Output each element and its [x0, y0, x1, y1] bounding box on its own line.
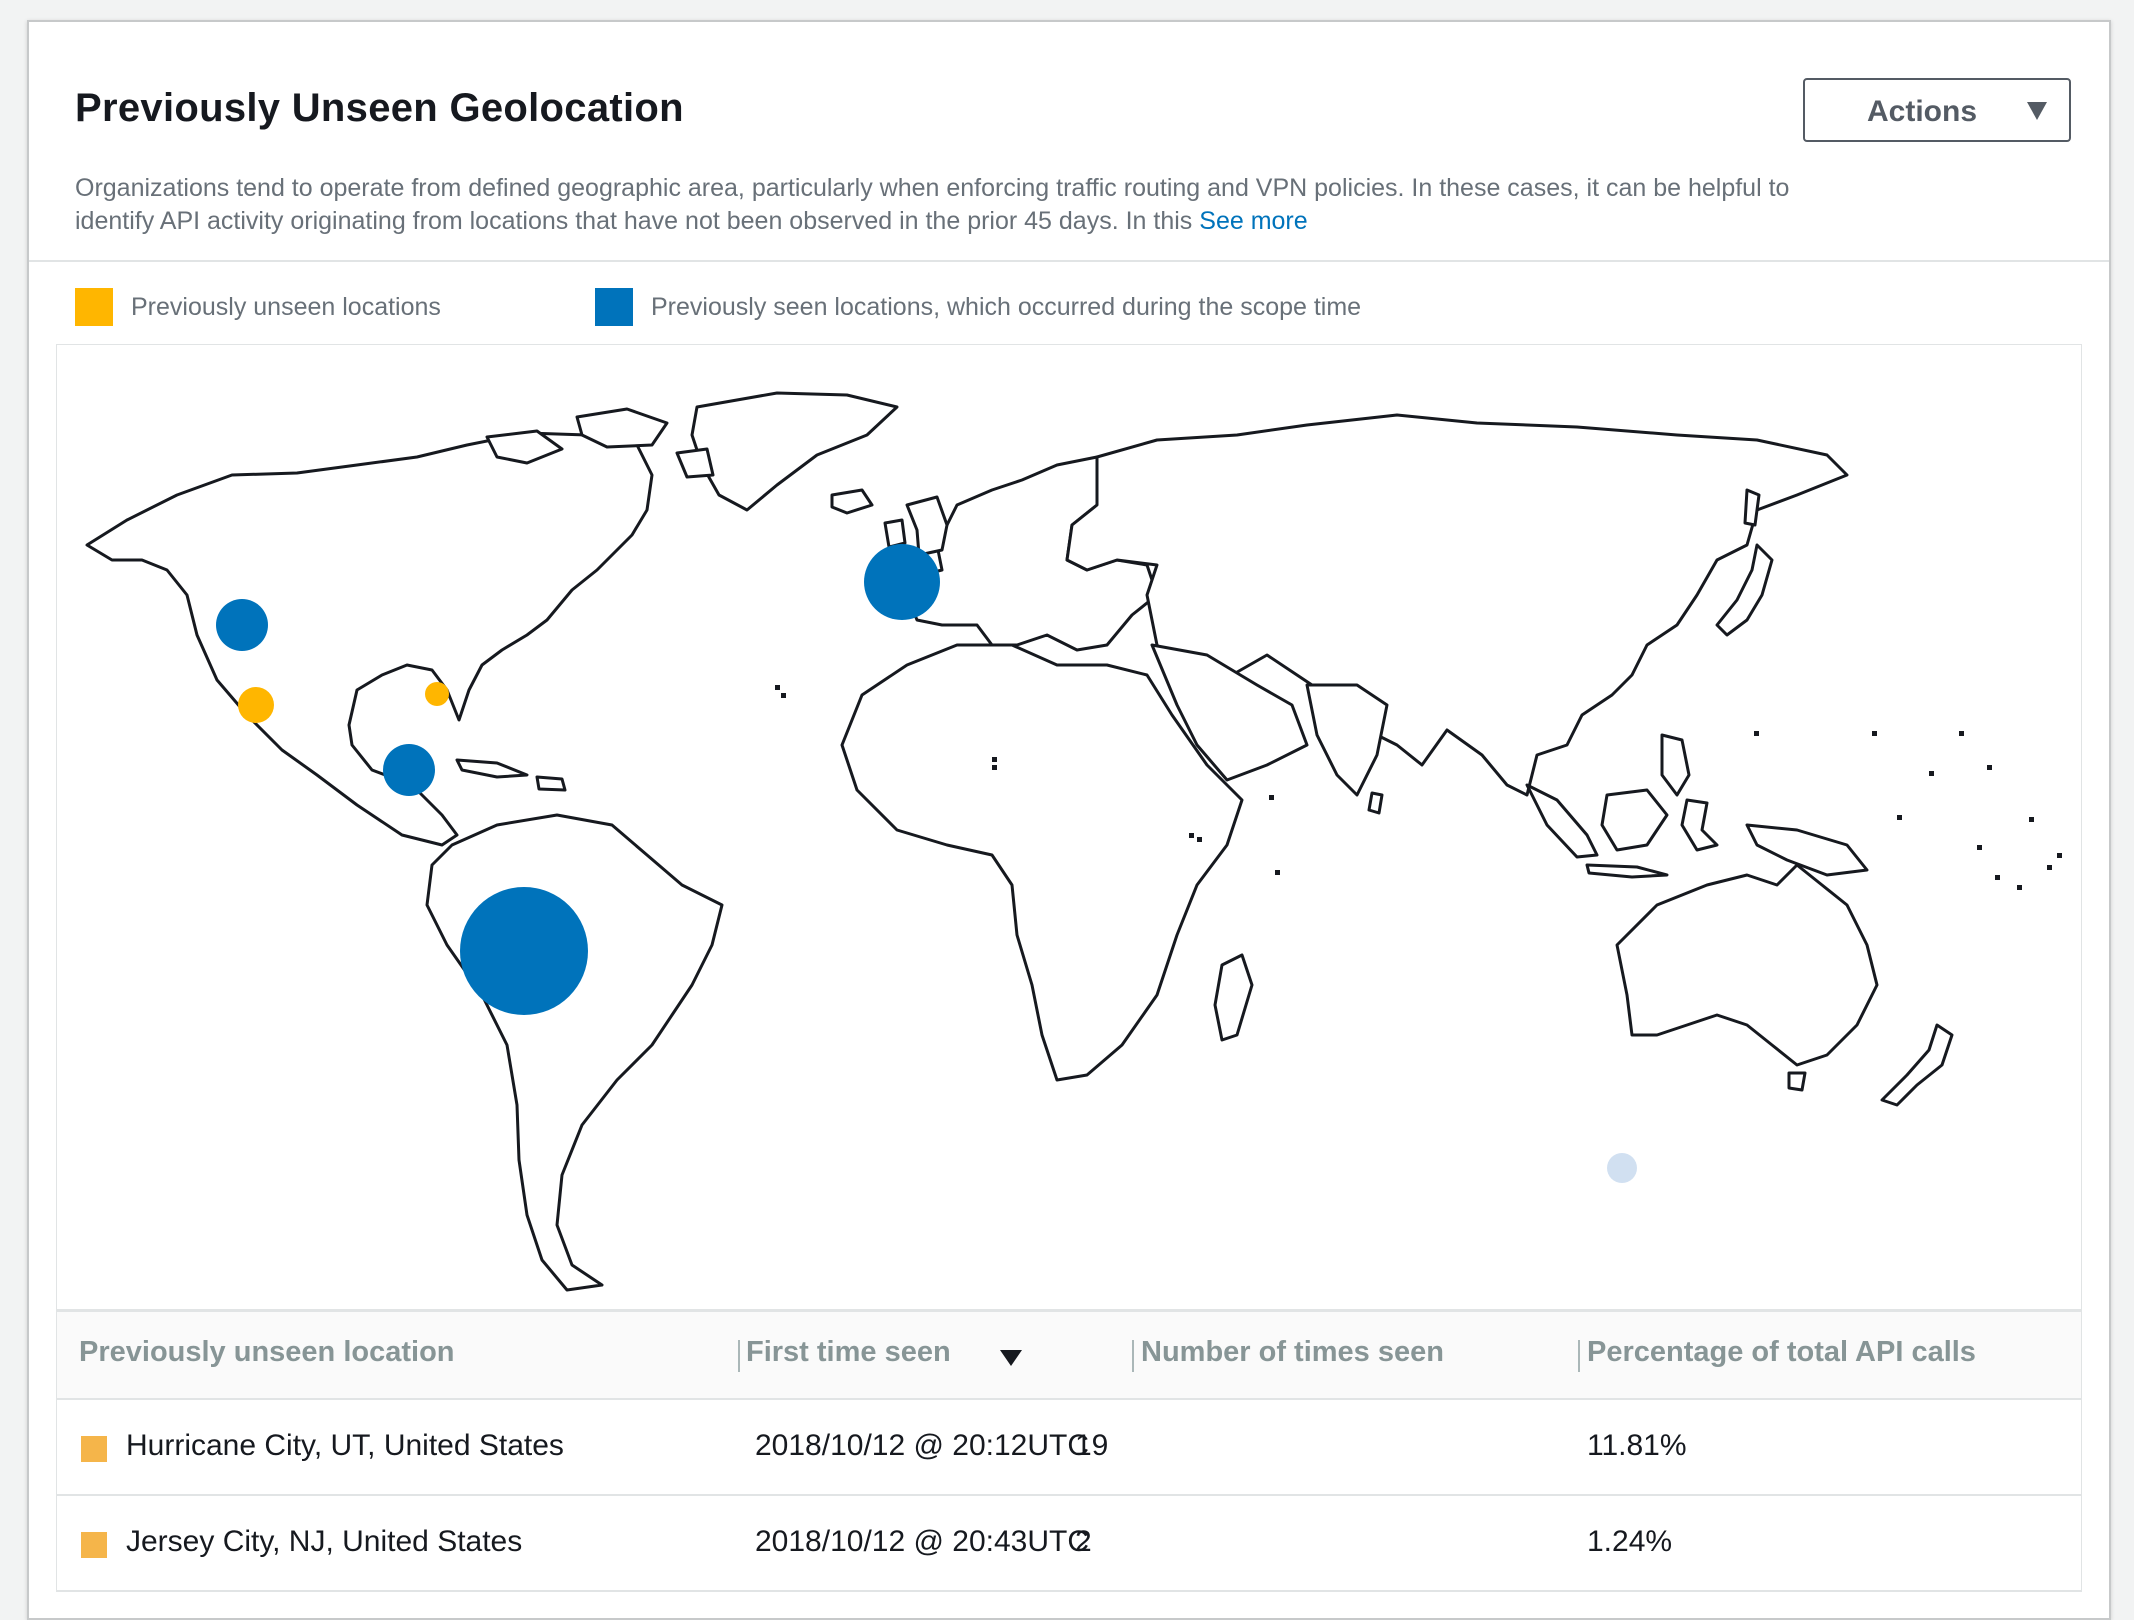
- panel-description: Organizations tend to operate from defin…: [75, 172, 1795, 238]
- island-greenland: [690, 391, 899, 512]
- cell-first-seen: 2018/10/12 @ 20:12UTC: [755, 1429, 1089, 1462]
- header-separator: [1578, 1340, 1580, 1372]
- description-text: Organizations tend to operate from defin…: [75, 174, 1790, 235]
- panel-title: Previously Unseen Geolocation: [75, 86, 684, 130]
- continent-australia: [1615, 863, 1879, 1067]
- cell-first-seen: 2018/10/12 @ 20:43UTC: [755, 1525, 1089, 1558]
- legend-swatch-unseen: [75, 288, 113, 326]
- actions-dropdown-button[interactable]: Actions: [1803, 78, 2071, 142]
- cell-percentage: 11.81%: [1587, 1429, 1687, 1462]
- island-sakhalin: [1743, 488, 1761, 527]
- island-iceland: [830, 488, 874, 515]
- header-separator: [1132, 1340, 1134, 1372]
- caret-down-icon: [2027, 102, 2047, 120]
- map-marker-utah[interactable]: [238, 687, 274, 723]
- legend-item-seen: Previously seen locations, which occurre…: [595, 287, 1361, 327]
- header-percentage[interactable]: Percentage of total API calls: [1587, 1336, 1976, 1369]
- header-location[interactable]: Previously unseen location: [79, 1336, 455, 1369]
- island-hispaniola: [535, 775, 567, 792]
- see-more-link[interactable]: See more: [1199, 207, 1307, 235]
- island-sumatra: [1525, 783, 1599, 859]
- island-philippines: [1660, 733, 1691, 797]
- island-madagascar: [1213, 953, 1254, 1042]
- header-times-seen[interactable]: Number of times seen: [1141, 1336, 1444, 1369]
- table-header: Previously unseen location First time se…: [57, 1310, 2081, 1400]
- map-legend: Previously unseen locations Previously s…: [75, 287, 2109, 337]
- world-map: [56, 344, 2082, 1310]
- island-java: [1585, 863, 1669, 879]
- legend-label-unseen: Previously unseen locations: [131, 292, 441, 321]
- header-separator: [738, 1340, 740, 1372]
- map-marker-ohio[interactable]: [383, 744, 435, 796]
- island-tasmania: [1787, 1071, 1807, 1092]
- unseen-locations-table: Previously unseen location First time se…: [56, 1310, 2082, 1592]
- panel-header: Previously Unseen Geolocation Actions Or…: [29, 22, 2109, 262]
- island-new-zealand: [1880, 1023, 1954, 1107]
- island-borneo: [1600, 788, 1669, 852]
- cell-percentage: 1.24%: [1587, 1525, 1673, 1558]
- cell-times-seen: 19: [1075, 1429, 1109, 1462]
- island-cuba: [455, 758, 529, 779]
- unseen-swatch: [81, 1532, 107, 1558]
- continent-north-america: [85, 431, 654, 847]
- table-row[interactable]: Jersey City, NJ, United States 2018/10/1…: [57, 1496, 2081, 1592]
- continent-south-america: [425, 813, 724, 1292]
- island-new-guinea: [1745, 823, 1869, 877]
- header-first-seen[interactable]: First time seen: [746, 1336, 951, 1369]
- legend-swatch-seen: [595, 288, 633, 326]
- world-map-svg: [85, 391, 2062, 1292]
- island-arctic-3: [675, 447, 715, 479]
- map-marker-oregon[interactable]: [216, 599, 268, 651]
- map-marker-ireland[interactable]: [864, 544, 940, 620]
- island-ireland: [883, 518, 907, 549]
- legend-label-seen: Previously seen locations, which occurre…: [651, 292, 1362, 321]
- table-row[interactable]: Hurricane City, UT, United States 2018/1…: [57, 1400, 2081, 1496]
- actions-label: Actions: [1867, 95, 1978, 128]
- peninsula-india: [1305, 683, 1389, 797]
- geolocation-panel: Previously Unseen Geolocation Actions Or…: [27, 20, 2111, 1620]
- legend-item-unseen: Previously unseen locations: [75, 287, 441, 327]
- map-marker-perth[interactable]: [1607, 1153, 1637, 1183]
- cell-location: Hurricane City, UT, United States: [126, 1429, 564, 1462]
- sort-desc-icon[interactable]: [1000, 1350, 1022, 1366]
- island-sri-lanka: [1367, 791, 1384, 815]
- map-marker-new-jersey[interactable]: [425, 682, 449, 706]
- cell-location: Jersey City, NJ, United States: [126, 1525, 523, 1558]
- unseen-swatch: [81, 1436, 107, 1462]
- map-marker-brazil[interactable]: [460, 887, 588, 1015]
- island-japan: [1715, 543, 1774, 637]
- cell-times-seen: 2: [1075, 1525, 1092, 1558]
- island-sulawesi: [1680, 798, 1719, 852]
